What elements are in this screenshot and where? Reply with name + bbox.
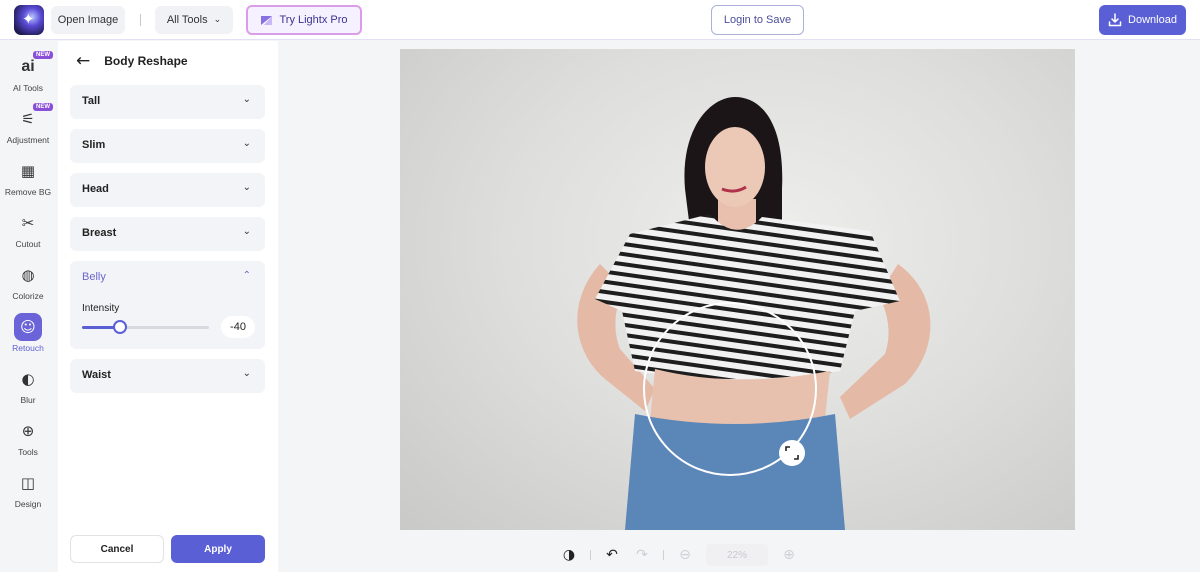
- section-belly[interactable]: Belly ⌃ Intensity -40: [70, 261, 265, 349]
- rail-label: Tools: [18, 447, 38, 457]
- section-breast[interactable]: Breast ⌄: [70, 217, 265, 251]
- chevron-down-icon: ⌄: [242, 226, 251, 237]
- download-label: Download: [1128, 14, 1177, 26]
- rail-label: Retouch: [12, 343, 44, 353]
- login-button[interactable]: Login to Save: [711, 5, 804, 35]
- section-label: Belly: [82, 271, 106, 283]
- retouch-icon: ☺: [14, 313, 42, 341]
- rail-label: Cutout: [15, 239, 41, 249]
- all-tools-label: All Tools: [166, 14, 208, 26]
- back-arrow-icon[interactable]: ←: [76, 51, 90, 71]
- intensity-slider[interactable]: [82, 320, 209, 334]
- photo-canvas[interactable]: [400, 49, 1075, 530]
- rail-item-adjustment[interactable]: ⚟ NEW Adjustment: [0, 103, 56, 151]
- body-reshape-panel: ← Body Reshape Tall ⌄ Slim ⌄ Head ⌄ Brea…: [58, 41, 278, 572]
- section-label: Waist: [82, 369, 111, 381]
- tools-icon: ⊕: [21, 422, 35, 440]
- download-icon: [1108, 13, 1122, 27]
- rail-label: Remove BG: [4, 187, 52, 197]
- section-label: Breast: [82, 227, 117, 239]
- left-rail: ai NEW AI Tools ⚟ NEW Adjustment ▦ Remov…: [0, 41, 56, 572]
- rail-item-colorize[interactable]: ◍ Colorize: [0, 261, 56, 307]
- chevron-down-icon: ⌄: [242, 138, 251, 149]
- leaf-icon: ◐: [21, 370, 35, 388]
- redo-icon[interactable]: ↷: [633, 547, 651, 563]
- scissors-icon: ✂: [21, 214, 35, 232]
- panel-header: ← Body Reshape: [76, 51, 188, 71]
- new-badge: NEW: [33, 51, 53, 59]
- undo-icon[interactable]: ↶: [603, 547, 621, 563]
- bottom-toolbar: ◑ ↶ ↷ ⊖ 22% ⊕: [560, 541, 798, 569]
- rail-item-design[interactable]: ◫ Design: [0, 469, 56, 515]
- rail-item-ai-tools[interactable]: ai NEW AI Tools: [0, 51, 56, 99]
- slider-thumb[interactable]: [113, 320, 128, 334]
- rail-label: Design: [14, 499, 42, 509]
- panel-title: Body Reshape: [104, 54, 188, 68]
- rail-item-retouch[interactable]: ☺ Retouch: [0, 313, 56, 359]
- rail-item-blur[interactable]: ◐ Blur: [0, 365, 56, 411]
- section-head[interactable]: Head ⌄: [70, 173, 265, 207]
- layout-icon: ◫: [20, 474, 36, 492]
- new-badge: NEW: [33, 103, 53, 111]
- photo-image: [577, 97, 931, 530]
- chevron-down-icon: ⌄: [242, 368, 251, 379]
- rail-label: AI Tools: [12, 83, 44, 93]
- rail-label: Adjustment: [6, 135, 50, 145]
- intensity-value[interactable]: -40: [221, 316, 255, 338]
- login-label: Login to Save: [723, 14, 792, 26]
- cancel-button[interactable]: Cancel: [70, 535, 164, 563]
- drop-icon: ◍: [21, 266, 35, 284]
- download-button[interactable]: Download: [1099, 5, 1186, 35]
- open-image-label: Open Image: [57, 14, 119, 26]
- intensity-label: Intensity: [82, 303, 120, 314]
- remove-bg-icon: ▦: [20, 162, 36, 180]
- top-bar: Open Image All Tools ⌄ Try Lightx Pro Lo…: [0, 0, 1200, 40]
- rail-label: Blur: [20, 395, 36, 405]
- chevron-down-icon: ⌄: [242, 94, 251, 105]
- rail-label: Colorize: [12, 291, 44, 301]
- divider: [663, 550, 664, 560]
- section-waist[interactable]: Waist ⌄: [70, 359, 265, 393]
- try-pro-label: Try Lightx Pro: [279, 14, 348, 26]
- chevron-up-icon: ⌃: [242, 270, 251, 281]
- apply-button[interactable]: Apply: [171, 535, 265, 563]
- zoom-level[interactable]: 22%: [706, 544, 768, 566]
- zoom-out-icon[interactable]: ⊖: [676, 547, 694, 563]
- compare-icon[interactable]: ◑: [560, 547, 578, 563]
- rail-item-tools[interactable]: ⊕ Tools: [0, 417, 56, 463]
- divider: [140, 14, 141, 26]
- section-label: Slim: [82, 139, 106, 151]
- pro-icon: [261, 15, 273, 25]
- rail-item-cutout[interactable]: ✂ Cutout: [0, 209, 56, 255]
- divider: [590, 550, 591, 560]
- chevron-down-icon: ⌄: [213, 15, 222, 25]
- section-slim[interactable]: Slim ⌄: [70, 129, 265, 163]
- all-tools-dropdown[interactable]: All Tools ⌄: [155, 6, 233, 34]
- zoom-in-icon[interactable]: ⊕: [780, 547, 798, 563]
- lightx-logo[interactable]: [14, 5, 44, 35]
- try-pro-button[interactable]: Try Lightx Pro: [246, 5, 362, 35]
- rail-item-remove-bg[interactable]: ▦ Remove BG: [0, 157, 56, 203]
- open-image-button[interactable]: Open Image: [51, 6, 125, 34]
- chevron-down-icon: ⌄: [242, 182, 251, 193]
- section-label: Head: [82, 183, 109, 195]
- section-label: Tall: [82, 95, 101, 107]
- section-tall[interactable]: Tall ⌄: [70, 85, 265, 119]
